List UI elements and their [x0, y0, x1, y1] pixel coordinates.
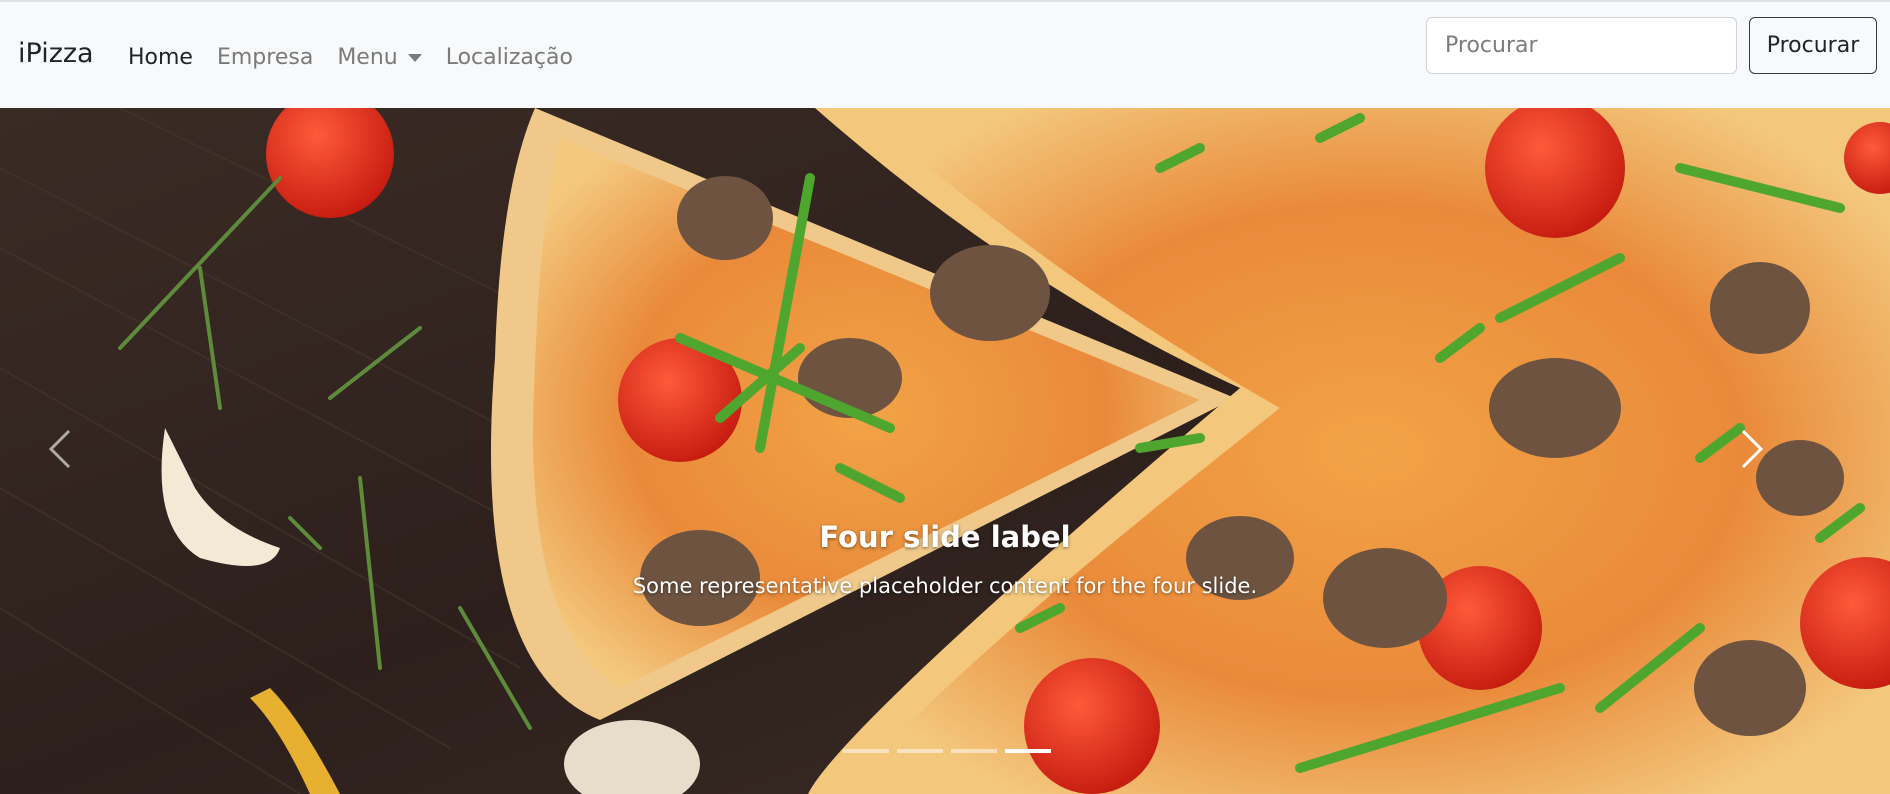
chevron-left-icon [47, 427, 73, 475]
carousel: Four slide label Some representative pla… [0, 108, 1890, 794]
carousel-next-button[interactable] [1690, 108, 1814, 794]
indicator-slide-4[interactable] [1005, 749, 1051, 753]
nav-links: Home Empresa Menu Localização [128, 47, 597, 69]
chevron-right-icon [1739, 427, 1765, 475]
nav-link-menu[interactable]: Menu [337, 45, 422, 70]
caption-title: Four slide label [819, 520, 1071, 554]
nav-link-home[interactable]: Home [128, 47, 193, 69]
nav-link-empresa[interactable]: Empresa [217, 47, 313, 69]
brand-logo[interactable]: iPizza [18, 40, 94, 67]
indicator-slide-1[interactable] [843, 749, 889, 753]
navbar: iPizza Home Empresa Menu Localização Pro… [0, 0, 1890, 108]
caret-down-icon [407, 54, 422, 62]
indicator-slide-2[interactable] [897, 749, 943, 753]
search-button[interactable]: Procurar [1749, 17, 1877, 74]
nav-link-menu-label: Menu [337, 45, 398, 70]
indicator-slide-3[interactable] [951, 749, 997, 753]
nav-link-localizacao[interactable]: Localização [446, 47, 573, 69]
search-input[interactable] [1426, 17, 1737, 74]
caption-text: Some representative placeholder content … [632, 574, 1258, 598]
pizza-slide-image [0, 108, 1890, 794]
carousel-prev-button[interactable] [0, 108, 120, 794]
carousel-indicators [843, 749, 1059, 753]
